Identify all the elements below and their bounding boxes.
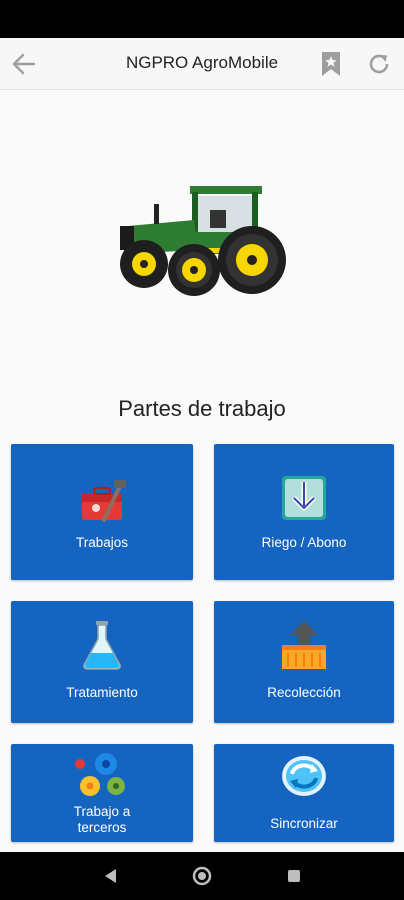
refresh-icon[interactable]	[365, 50, 393, 78]
tractor-image	[120, 186, 286, 296]
app-title: NGPRO AgroMobile	[125, 53, 279, 72]
section-title: Partes de trabajo	[118, 396, 286, 421]
trabajo-terceros-tile[interactable]: Trabajo a terceros	[11, 744, 193, 842]
nav-recents-icon[interactable]	[284, 866, 304, 886]
status-bar	[0, 0, 404, 38]
trabajos-tile[interactable]: Trabajos	[11, 444, 193, 580]
riego-abono-label: Riego / Abono	[261, 535, 347, 550]
crate-upload-icon	[282, 621, 326, 669]
tratamiento-label: Tratamiento	[66, 685, 138, 700]
bookmark-icon[interactable]	[319, 50, 343, 78]
sincronizar-label: Sincronizar	[270, 816, 338, 831]
toolbox-icon	[82, 480, 126, 522]
tratamiento-tile[interactable]: Tratamiento	[11, 601, 193, 723]
trabajos-label: Trabajos	[75, 535, 129, 550]
nav-back-icon[interactable]	[101, 866, 121, 886]
app-bar: NGPRO AgroMobile	[0, 38, 404, 90]
flask-icon	[83, 621, 121, 670]
sync-icon	[282, 756, 326, 796]
recoleccion-tile[interactable]: Recolección	[214, 601, 394, 723]
download-arrow-icon	[282, 476, 326, 520]
sincronizar-tile[interactable]: Sincronizar	[214, 744, 394, 842]
riego-abono-tile[interactable]: Riego / Abono	[214, 444, 394, 580]
gears-icon	[75, 753, 125, 796]
nav-home-icon[interactable]	[192, 866, 212, 886]
system-nav-bar	[0, 852, 404, 900]
main-content: Partes de trabajo Trabajos Riego / Abono	[0, 90, 404, 852]
recoleccion-label: Recolección	[267, 685, 341, 700]
trabajo-terceros-label: Trabajo a terceros	[73, 804, 131, 835]
